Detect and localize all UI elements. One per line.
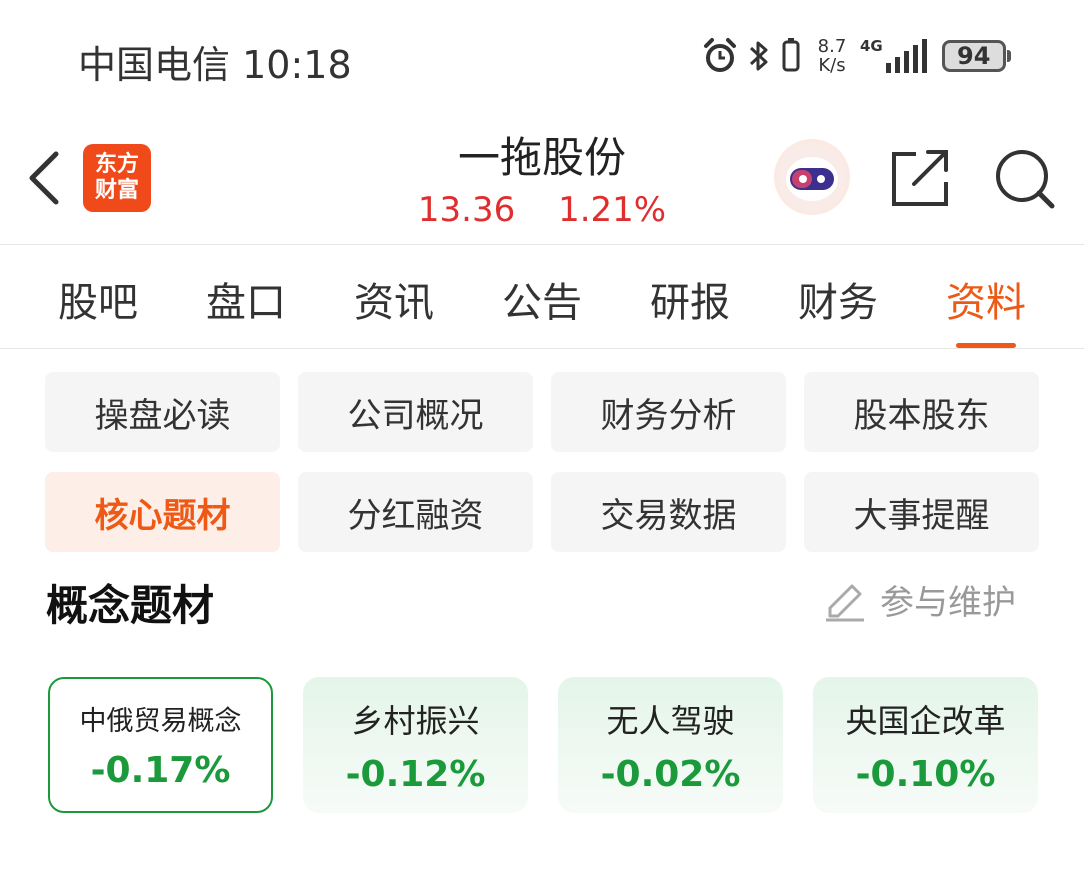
tab-research[interactable]: 研报 — [646, 270, 734, 330]
subnav-financial-analysis[interactable]: 财务分析 — [551, 372, 786, 452]
maintain-button[interactable]: 参与维护 — [822, 574, 1016, 624]
assistant-robot-icon — [778, 143, 846, 211]
bluetooth-icon — [749, 41, 768, 71]
subnav-dividends-financing[interactable]: 分红融资 — [298, 472, 533, 552]
concept-change: -0.17% — [90, 750, 231, 791]
subnav-shareholders[interactable]: 股本股东 — [804, 372, 1039, 452]
subnav-trading-data[interactable]: 交易数据 — [551, 472, 786, 552]
network-type: 4G — [860, 37, 883, 55]
status-carrier-time: 中国电信 10:18 — [78, 34, 352, 89]
edit-icon — [826, 584, 864, 622]
stock-change-pct: 1.21% — [558, 190, 667, 230]
concept-cards: 中俄贸易概念 -0.17% 乡村振兴 -0.12% 无人驾驶 -0.02% 央国… — [48, 677, 1038, 813]
concept-card[interactable]: 无人驾驶 -0.02% — [558, 677, 783, 813]
subnav-core-themes[interactable]: 核心题材 — [45, 472, 280, 552]
subnav-events[interactable]: 大事提醒 — [804, 472, 1039, 552]
battery-icon: 94 — [941, 40, 1006, 72]
header-divider — [0, 244, 1084, 245]
stock-price: 13.36 — [417, 190, 516, 230]
concept-card[interactable]: 中俄贸易概念 -0.17% — [48, 677, 273, 813]
concept-change: -0.02% — [600, 753, 741, 795]
tabs-divider — [0, 348, 1084, 349]
vibrate-icon — [782, 38, 800, 72]
subnav-trading-must-read[interactable]: 操盘必读 — [45, 372, 280, 452]
main-tabs: 股吧 盘口 资讯 公告 研报 财务 资料 — [0, 270, 1084, 348]
concept-name: 央国企改革 — [845, 701, 1006, 740]
profile-sub-nav: 操盘必读 公司概况 财务分析 股本股东 核心题材 分红融资 交易数据 大事提醒 — [45, 372, 1041, 552]
alarm-icon — [704, 38, 736, 72]
signal-icon — [885, 39, 927, 73]
concept-change: -0.10% — [855, 753, 996, 795]
battery-level: 94 — [957, 42, 991, 70]
carrier-label: 中国电信 — [78, 43, 231, 87]
assistant-button[interactable] — [774, 139, 850, 215]
share-icon — [892, 150, 948, 206]
subnav-company-overview[interactable]: 公司概况 — [298, 372, 533, 452]
maintain-label: 参与维护 — [880, 582, 1016, 623]
tab-finance[interactable]: 财务 — [794, 270, 882, 330]
tab-pankou[interactable]: 盘口 — [202, 270, 290, 330]
tab-announcements[interactable]: 公告 — [498, 270, 586, 330]
concept-card[interactable]: 央国企改革 -0.10% — [813, 677, 1038, 813]
tab-guba[interactable]: 股吧 — [54, 270, 142, 330]
share-button[interactable] — [888, 146, 954, 212]
tab-profile[interactable]: 资料 — [942, 270, 1030, 348]
clock-time: 10:18 — [242, 43, 352, 87]
section-title: 概念题材 — [46, 581, 215, 630]
concept-change: -0.12% — [345, 753, 486, 795]
network-speed: 8.7 K/s — [817, 36, 847, 76]
search-icon — [996, 150, 1055, 209]
concept-name: 无人驾驶 — [606, 701, 735, 740]
concept-card[interactable]: 乡村振兴 -0.12% — [303, 677, 528, 813]
tab-news[interactable]: 资讯 — [350, 270, 438, 330]
search-button[interactable] — [992, 146, 1058, 212]
concept-name: 中俄贸易概念 — [79, 706, 242, 737]
status-icons: 8.7 K/s 4G 94 — [700, 34, 1011, 78]
concept-name: 乡村振兴 — [351, 701, 480, 740]
